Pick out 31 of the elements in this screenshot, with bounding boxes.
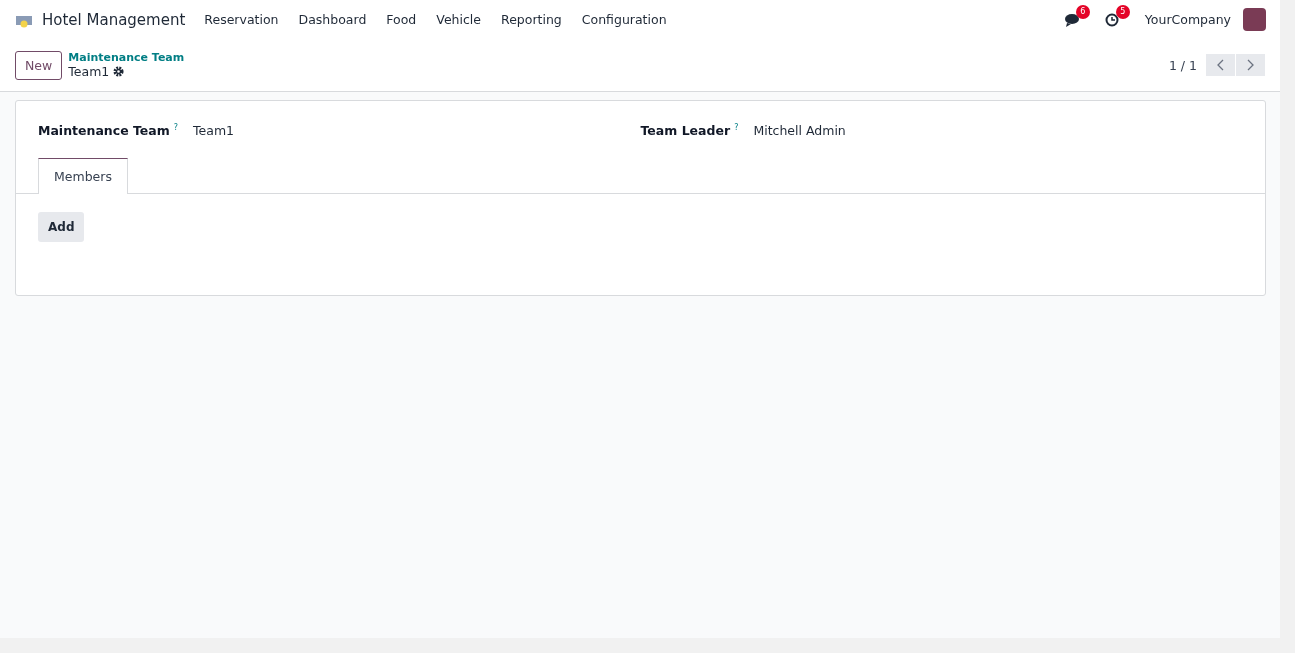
menu-item[interactable]: Reporting [501, 12, 562, 27]
field-value[interactable]: Mitchell Admin [753, 123, 846, 138]
add-button[interactable]: Add [38, 212, 85, 242]
menu-item[interactable]: Configuration [581, 12, 667, 27]
field-value[interactable]: Team1 [193, 123, 235, 138]
new-button[interactable]: New [15, 50, 63, 80]
previous-button[interactable] [1206, 54, 1235, 76]
notebook-tab[interactable]: Members [38, 158, 128, 194]
breadcrumb-link[interactable]: Maintenance Team [68, 51, 185, 64]
next-button[interactable] [1236, 54, 1265, 76]
field-label: Team Leader [640, 123, 731, 138]
menu-item[interactable]: Reservation [204, 12, 279, 27]
app-name[interactable]: Hotel Management [42, 10, 186, 29]
activity-count-badge: 5 [1115, 4, 1130, 19]
message-count-badge: 6 [1075, 4, 1090, 19]
clock-icon[interactable] [1104, 12, 1119, 27]
chevron-left-icon [1217, 59, 1224, 71]
user-avatar[interactable] [1243, 8, 1266, 31]
menu-item[interactable]: Vehicle [436, 12, 481, 27]
settings-icon[interactable] [113, 66, 125, 77]
company-name[interactable]: YourCompany [1144, 12, 1231, 27]
help-tooltip[interactable]: ? [734, 123, 739, 132]
vertical-scrollbar[interactable] [1280, 0, 1295, 653]
chat-icon[interactable] [1064, 12, 1081, 27]
field-label: Maintenance Team [38, 123, 170, 138]
menu-item[interactable]: Dashboard [298, 12, 367, 27]
record-title: Team1 [68, 64, 110, 79]
help-tooltip[interactable]: ? [173, 123, 179, 132]
menu-item[interactable]: Food [386, 12, 417, 27]
chevron-right-icon [1247, 59, 1254, 71]
pager-value[interactable]: 1 / 1 [1168, 57, 1197, 73]
